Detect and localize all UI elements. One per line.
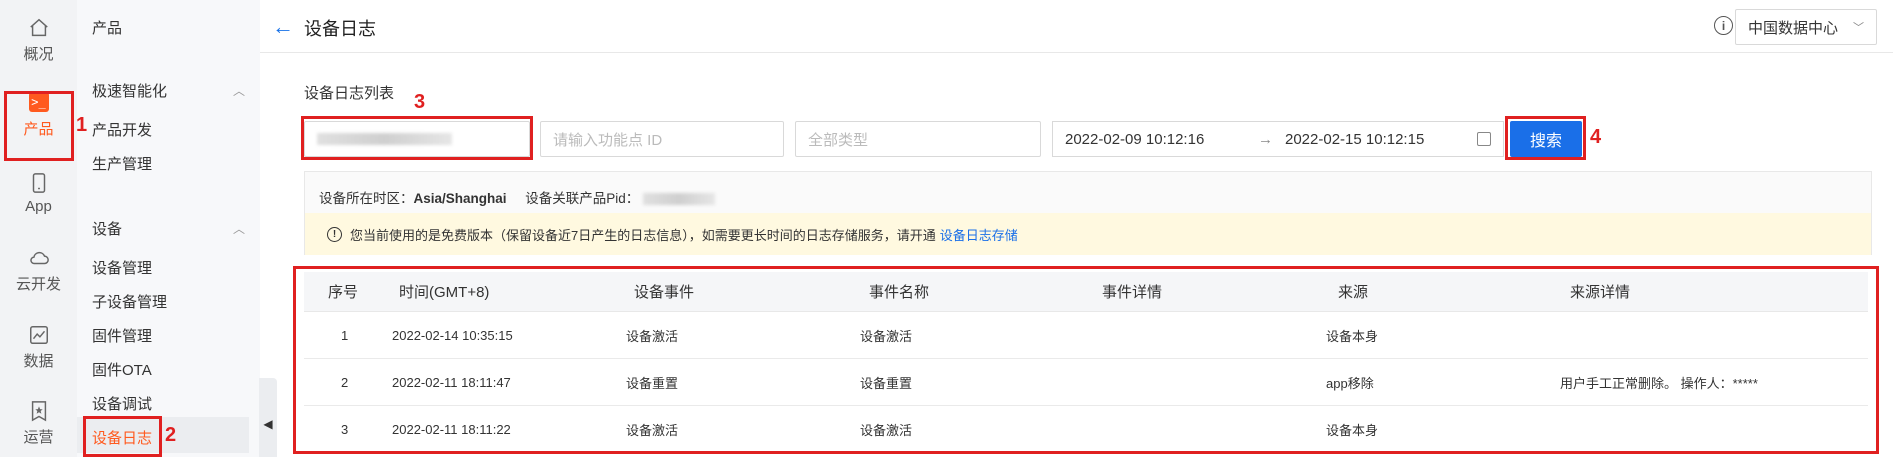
type-select[interactable]: 全部类型 <box>795 121 1041 157</box>
terminal-icon: >_ <box>28 91 49 112</box>
subnav-item-device-mgmt[interactable]: 设备管理 <box>92 257 152 278</box>
col-header: 时间(GMT+8) <box>399 284 490 301</box>
subnav-item-device-debug[interactable]: 设备调试 <box>92 393 152 414</box>
timezone-line: 设备所在时区：Asia/Shanghai 设备关联产品Pid： <box>319 187 716 207</box>
col-header: 来源 <box>1338 284 1369 301</box>
chevron-up-icon: ︿ <box>232 222 245 236</box>
subnav-item-firmware-mgmt[interactable]: 固件管理 <box>92 325 152 346</box>
search-button[interactable]: 搜索 <box>1510 121 1582 157</box>
caret-left-icon: ◀ <box>263 417 273 431</box>
cell-event: 设备重置 <box>626 375 679 391</box>
notice-text: 您当前使用的是免费版本（保留设备近7日产生的日志信息），如需要更长时间的日志存储… <box>350 227 936 243</box>
cell-index: 3 <box>341 421 349 437</box>
subnav-item-device-log[interactable]: 设备日志 <box>92 427 152 448</box>
table-row: 2 2022-02-11 18:11:47 设备重置 设备重置 app移除 用户… <box>304 359 1868 406</box>
col-header: 事件名称 <box>869 284 930 301</box>
rail-item-label: 产品 <box>23 120 54 138</box>
group-label: 极速智能化 <box>92 83 168 100</box>
annotation-number-4: 4 <box>1590 126 1602 148</box>
annotation-number-1: 1 <box>76 114 88 136</box>
arrow-right-icon: → <box>1258 130 1273 148</box>
date-range-picker[interactable]: 2022-02-09 10:12:16 → 2022-02-15 10:12:1… <box>1052 121 1504 157</box>
table-row: 3 2022-02-11 18:11:22 设备激活 设备激活 设备本身 <box>304 406 1868 453</box>
function-id-placeholder: 请输入功能点 ID <box>553 131 663 149</box>
phone-icon <box>32 172 45 193</box>
date-end: 2022-02-15 10:12:15 <box>1285 130 1425 148</box>
pid-label: 设备关联产品Pid： <box>525 191 640 206</box>
rail-item-data[interactable]: 数据 <box>0 312 77 382</box>
cell-source-detail: 用户手工正常删除。 操作人：***** <box>1560 375 1758 391</box>
rail-item-app[interactable]: App <box>0 158 77 228</box>
cell-index: 2 <box>341 374 349 390</box>
star-bookmark-icon <box>31 400 46 421</box>
col-header: 来源详情 <box>1570 284 1631 301</box>
home-icon <box>29 18 48 36</box>
collapse-sidebar-button[interactable]: ◀ <box>259 378 277 457</box>
redacted-pid <box>643 193 716 206</box>
chevron-down-icon: ﹀ <box>1853 22 1864 34</box>
table-header: 序号 时间(GMT+8) 设备事件 事件名称 事件详情 来源 来源详情 <box>304 272 1868 312</box>
group-label: 设备 <box>92 221 123 238</box>
annotation-number-2: 2 <box>165 424 177 446</box>
redacted-device-id <box>317 133 452 145</box>
subnav-item-production[interactable]: 生产管理 <box>92 153 152 174</box>
cell-event-name: 设备激活 <box>860 328 913 344</box>
device-id-input[interactable] <box>304 121 530 157</box>
icon-rail: 概况 >_ 产品 App 云开发 数据 运营 <box>0 0 77 457</box>
cell-source: 设备本身 <box>1326 422 1379 438</box>
type-placeholder: 全部类型 <box>808 131 869 149</box>
rail-item-cloud-dev[interactable]: 云开发 <box>0 235 77 305</box>
col-header: 事件详情 <box>1102 284 1163 301</box>
log-storage-link[interactable]: 设备日志存储 <box>940 225 1018 244</box>
group-device[interactable]: 设备 ︿ <box>92 218 245 239</box>
annotation-number-3: 3 <box>414 91 426 113</box>
subnav-title: 产品 <box>92 20 123 37</box>
chart-icon <box>29 325 48 344</box>
cell-source: 设备本身 <box>1326 328 1379 344</box>
info-circle-icon: ! <box>327 226 342 242</box>
function-id-input[interactable]: 请输入功能点 ID <box>540 121 784 157</box>
rail-item-label: 运营 <box>23 428 54 446</box>
device-info-panel: 设备所在时区：Asia/Shanghai 设备关联产品Pid： ! 您当前使用的… <box>304 171 1872 255</box>
tz-label: 设备所在时区： <box>319 191 414 206</box>
device-log-table: 序号 时间(GMT+8) 设备事件 事件名称 事件详情 来源 来源详情 1 20… <box>304 272 1868 453</box>
cell-source: app移除 <box>1326 375 1374 391</box>
rail-item-product[interactable]: >_ 产品 <box>0 80 77 150</box>
col-header: 设备事件 <box>634 284 695 301</box>
rail-item-label: 概况 <box>23 45 54 63</box>
cell-event: 设备激活 <box>626 328 679 344</box>
secondary-nav: 产品 极速智能化 ︿ 产品开发 生产管理 设备 ︿ 设备管理 子设备管理 固件管… <box>77 0 260 457</box>
region-value: 中国数据中心 <box>1748 19 1839 37</box>
free-version-notice: ! 您当前使用的是免费版本（保留设备近7日产生的日志信息），如需要更长时间的日志… <box>305 213 1871 255</box>
cell-event-name: 设备重置 <box>860 375 913 391</box>
subnav-item-subdevice-mgmt[interactable]: 子设备管理 <box>92 291 167 312</box>
rail-item-label: App <box>25 197 52 215</box>
info-icon[interactable]: i <box>1714 16 1733 35</box>
list-title: 设备日志列表 <box>304 85 395 102</box>
table-row: 1 2022-02-14 10:35:15 设备激活 设备激活 设备本身 <box>304 312 1868 359</box>
page-header: ← 设备日志 i 中国数据中心 ﹀ <box>260 0 1893 53</box>
page-title: 设备日志 <box>304 19 376 39</box>
cell-time: 2022-02-11 18:11:47 <box>392 374 511 390</box>
cell-time: 2022-02-14 10:35:15 <box>392 327 513 343</box>
subnav-item-product-dev[interactable]: 产品开发 <box>92 119 152 140</box>
cloud-icon <box>29 251 49 264</box>
rail-item-overview[interactable]: 概况 <box>0 5 77 75</box>
tz-value: Asia/Shanghai <box>413 191 507 206</box>
cell-event: 设备激活 <box>626 422 679 438</box>
cell-event-name: 设备激活 <box>860 422 913 438</box>
rail-item-operations[interactable]: 运营 <box>0 388 77 457</box>
rail-item-label: 数据 <box>23 352 54 370</box>
chevron-up-icon: ︿ <box>232 84 245 98</box>
date-start: 2022-02-09 10:12:16 <box>1065 130 1205 148</box>
cell-time: 2022-02-11 18:11:22 <box>392 421 511 437</box>
rail-item-label: 云开发 <box>15 275 61 293</box>
back-arrow-icon[interactable]: ← <box>272 14 294 40</box>
cell-index: 1 <box>341 327 349 343</box>
region-select[interactable]: 中国数据中心 ﹀ <box>1735 9 1877 45</box>
col-header: 序号 <box>328 284 359 301</box>
calendar-icon <box>1477 132 1491 146</box>
group-fast-intelligent[interactable]: 极速智能化 ︿ <box>92 80 245 101</box>
subnav-item-firmware-ota[interactable]: 固件OTA <box>92 359 152 380</box>
